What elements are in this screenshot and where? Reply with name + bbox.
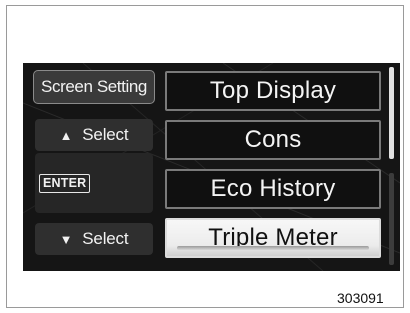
menu-item-label: Cons (244, 126, 302, 153)
select-up-label: Select (82, 125, 129, 144)
enter-key-label: ENTER (39, 173, 91, 193)
scrollbar-thumb[interactable] (389, 67, 394, 159)
menu-item-top-display[interactable]: Top Display (165, 71, 381, 111)
screen-setting-label: Screen Setting (41, 77, 147, 96)
select-up-button[interactable]: ▲ Select (35, 119, 153, 151)
menu-item-triple-meter[interactable]: Triple Meter (165, 218, 381, 258)
screen-setting-button[interactable]: Screen Setting (33, 70, 155, 104)
menu-item-label: Eco History (210, 175, 336, 202)
triangle-up-icon: ▲ (59, 127, 73, 143)
figure-frame: Screen Setting ▲ Select ENTER ▼ Select T… (6, 5, 404, 308)
scrollbar-track[interactable] (389, 173, 394, 265)
menu-item-cons[interactable]: Cons (165, 120, 381, 160)
menu-item-label: Triple Meter (208, 224, 338, 251)
figure-number: 303091 (337, 290, 384, 306)
menu-item-eco-history[interactable]: Eco History (165, 169, 381, 209)
menu-item-label: Top Display (209, 77, 337, 104)
select-down-label: Select (82, 229, 129, 248)
select-down-button[interactable]: ▼ Select (35, 223, 153, 255)
triangle-down-icon: ▼ (59, 231, 73, 247)
enter-button[interactable]: ENTER (35, 153, 153, 213)
display-screen: Screen Setting ▲ Select ENTER ▼ Select T… (23, 63, 400, 271)
